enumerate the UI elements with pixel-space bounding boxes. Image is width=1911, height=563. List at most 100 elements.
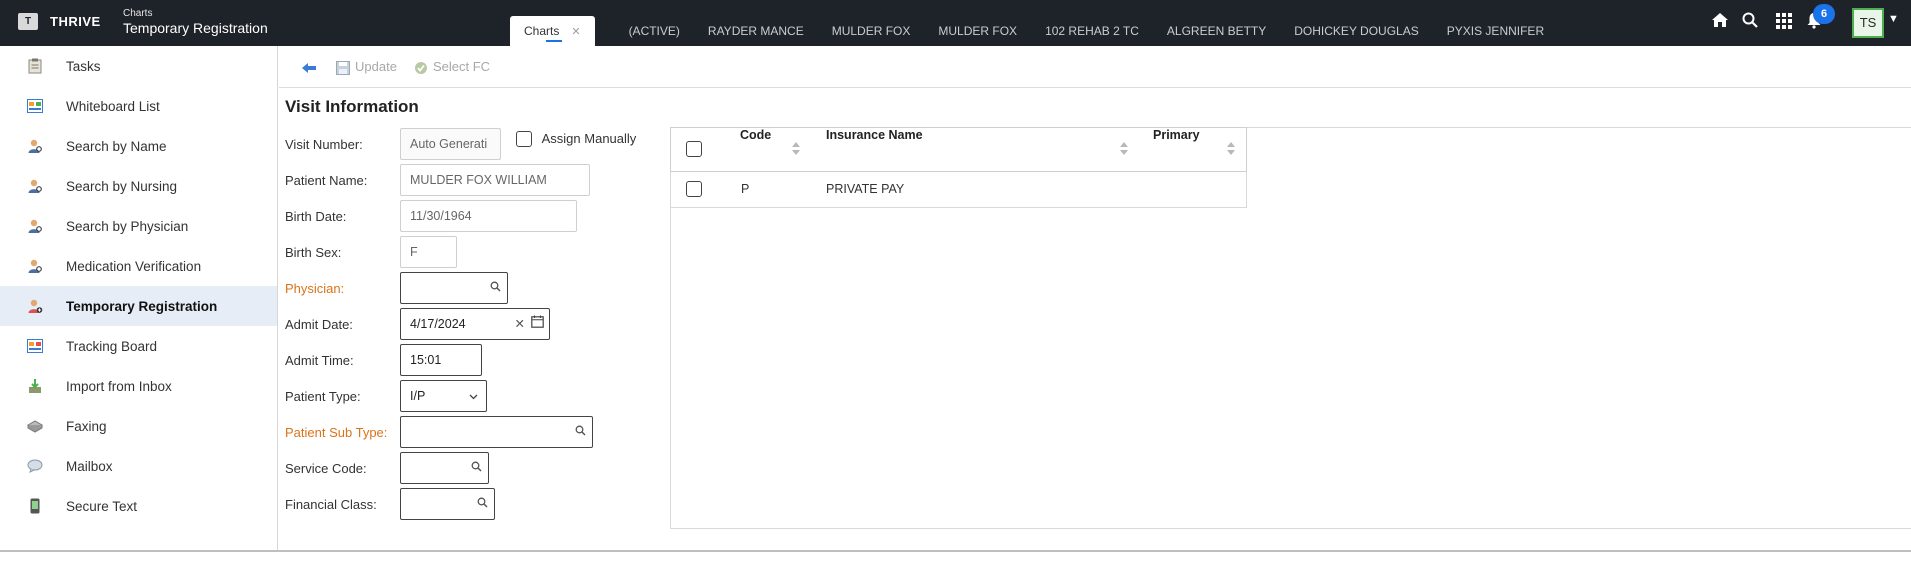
tab-mulder-fox-2[interactable]: MULDER FOX <box>924 16 1031 46</box>
thrive-logo-icon[interactable]: T <box>18 13 38 30</box>
sidebar-item-label: Import from Inbox <box>66 378 172 394</box>
sidebar-nav: Tasks Whiteboard List Search by Name Sea… <box>0 46 278 550</box>
search-icon[interactable] <box>477 489 488 519</box>
page-title: Temporary Registration <box>123 20 268 36</box>
admit-date-field[interactable]: 4/17/2024 ✕ <box>400 308 550 340</box>
patient-type-label: Patient Type: <box>285 389 361 404</box>
home-icon[interactable] <box>1708 11 1732 35</box>
assign-manually-checkbox[interactable] <box>516 130 532 147</box>
service-code-lookup[interactable] <box>400 452 489 484</box>
sidebar-item-temporary-registration[interactable]: Temporary Registration <box>0 286 277 326</box>
column-header-primary[interactable]: Primary <box>1153 128 1200 171</box>
admit-date-value: 4/17/2024 <box>410 317 466 331</box>
tab-102-rehab-2-tc[interactable]: 102 REHAB 2 TC <box>1031 16 1153 46</box>
clear-icon[interactable]: ✕ <box>515 309 525 339</box>
birth-sex-field: F <box>400 236 457 268</box>
active-tab-indicator <box>546 40 562 42</box>
person-add-icon <box>26 297 44 315</box>
tab-label: RAYDER MANCE <box>707 24 804 38</box>
fax-icon <box>26 417 44 435</box>
brand-name: THRIVE <box>50 14 101 29</box>
update-button[interactable]: Update <box>336 46 397 88</box>
service-code-label: Service Code: <box>285 461 367 476</box>
select-all-checkbox[interactable] <box>686 141 702 157</box>
physician-label: Physician: <box>285 281 345 296</box>
tab-label: 102 REHAB 2 TC <box>1045 24 1139 38</box>
calendar-icon[interactable] <box>531 309 544 339</box>
save-icon <box>336 60 350 75</box>
sidebar-item-label: Medication Verification <box>66 258 202 274</box>
sidebar-item-faxing[interactable]: Faxing <box>0 406 277 446</box>
financial-class-lookup[interactable] <box>400 488 495 520</box>
section-title: Visit Information <box>285 97 419 116</box>
sidebar-item-tasks[interactable]: Tasks <box>0 46 277 86</box>
tab-charts[interactable]: Charts ✕ <box>510 16 595 46</box>
close-icon[interactable]: ✕ <box>571 26 580 38</box>
chevron-down-icon[interactable]: ▼ <box>1888 13 1899 25</box>
notification-count-badge: 6 <box>1813 4 1835 24</box>
tracking-board-icon <box>26 337 44 355</box>
tab-pyxis-jennifer[interactable]: PYXIS JENNIFER <box>1433 16 1558 46</box>
sidebar-item-whiteboard-list[interactable]: Whiteboard List <box>0 86 277 126</box>
tab-label: Charts <box>524 24 560 38</box>
sidebar-item-import-from-inbox[interactable]: Import from Inbox <box>0 366 277 406</box>
admit-time-field[interactable]: 15:01 <box>400 344 482 376</box>
assign-manually-label: Assign Manually <box>541 131 637 147</box>
birth-date-field: 11/30/1964 <box>400 200 577 232</box>
update-label: Update <box>355 59 397 74</box>
chevron-down-icon[interactable] <box>469 381 478 411</box>
visit-number-field[interactable]: Auto Generati <box>400 128 501 160</box>
import-icon <box>26 377 44 395</box>
person-search-icon <box>26 217 44 235</box>
tab-label: MULDER FOX <box>938 24 1018 38</box>
sidebar-item-label: Temporary Registration <box>66 298 218 314</box>
phone-icon <box>26 497 44 515</box>
sort-icon[interactable] <box>1119 142 1129 158</box>
tab-algreen-betty[interactable]: ALGREEN BETTY <box>1153 16 1280 46</box>
sort-icon[interactable] <box>1226 142 1236 158</box>
column-header-code[interactable]: Code <box>740 128 771 171</box>
physician-lookup[interactable] <box>400 272 508 304</box>
assign-manually-option[interactable]: Assign Manually <box>516 130 636 147</box>
tab-label: (ACTIVE) <box>628 24 680 38</box>
sidebar-item-search-by-name[interactable]: Search by Name <box>0 126 277 166</box>
patient-type-select[interactable]: I/P <box>400 380 487 412</box>
tab-rayder-mance[interactable]: RAYDER MANCE <box>694 16 818 46</box>
search-icon[interactable] <box>1738 11 1762 35</box>
patient-type-value: I/P <box>410 389 426 403</box>
user-avatar[interactable]: TS <box>1852 8 1884 38</box>
patient-tabs: Charts ✕ (ACTIVE) RAYDER MANCE MULDER FOX… <box>510 16 1558 46</box>
sidebar-item-secure-text[interactable]: Secure Text <box>0 486 277 526</box>
search-icon[interactable] <box>471 453 482 483</box>
birth-date-label: Birth Date: <box>285 209 347 224</box>
table-row[interactable]: P PRIVATE PAY <box>670 172 1247 208</box>
sidebar-item-label: Whiteboard List <box>66 98 160 114</box>
row-checkbox[interactable] <box>686 181 702 197</box>
sidebar-item-label: Search by Physician <box>66 218 189 234</box>
sidebar-item-label: Secure Text <box>66 498 138 514</box>
search-icon[interactable] <box>575 417 586 447</box>
column-header-insurance-name[interactable]: Insurance Name <box>826 128 923 171</box>
admit-time-label: Admit Time: <box>285 353 354 368</box>
sidebar-item-label: Mailbox <box>66 458 113 474</box>
action-toolbar: Update Select FC <box>279 46 1911 88</box>
tab-label: ALGREEN BETTY <box>1166 24 1267 38</box>
sidebar-item-medication-verification[interactable]: Medication Verification <box>0 246 277 286</box>
sidebar-item-mailbox[interactable]: Mailbox <box>0 446 277 486</box>
sort-icon[interactable] <box>791 142 801 158</box>
tab-mulder-fox-1[interactable]: MULDER FOX <box>818 16 925 46</box>
tab-dohickey-douglas[interactable]: DOHICKEY DOUGLAS <box>1280 16 1432 46</box>
patient-sub-type-lookup[interactable] <box>400 416 593 448</box>
select-fc-label: Select FC <box>433 59 491 74</box>
select-fc-button[interactable]: Select FC <box>414 46 490 88</box>
sidebar-item-search-by-physician[interactable]: Search by Physician <box>0 206 277 246</box>
breadcrumb-parent[interactable]: Charts <box>123 8 152 19</box>
sidebar-item-tracking-board[interactable]: Tracking Board <box>0 326 277 366</box>
apps-grid-icon[interactable] <box>1772 11 1796 35</box>
tab-active-list[interactable]: (ACTIVE) <box>615 16 694 46</box>
search-icon[interactable] <box>490 273 501 303</box>
sidebar-item-search-by-nursing[interactable]: Search by Nursing <box>0 166 277 206</box>
person-search-icon <box>26 177 44 195</box>
financial-class-label: Financial Class: <box>285 497 377 512</box>
back-button[interactable] <box>301 46 317 88</box>
